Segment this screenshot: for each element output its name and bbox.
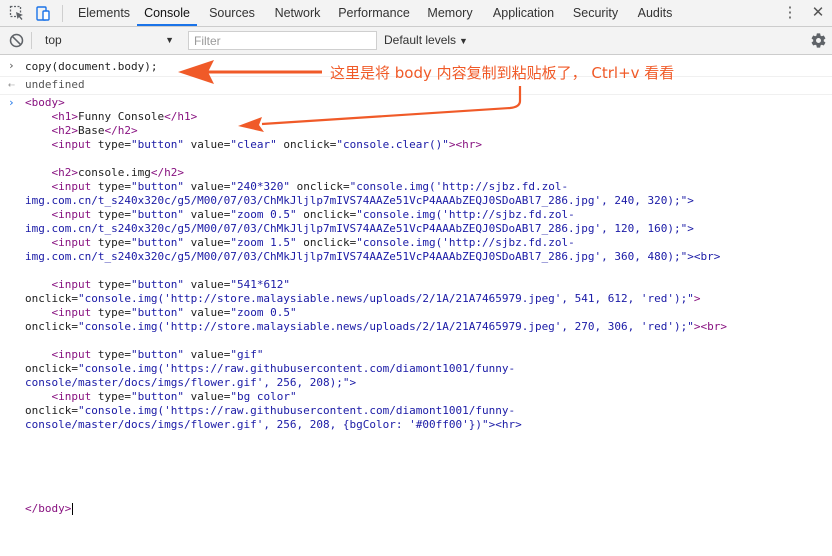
tab-security[interactable]: Security (566, 0, 625, 26)
clear-console-icon[interactable] (9, 33, 24, 48)
log-levels-dropdown[interactable]: Default levels ▼ (384, 31, 468, 50)
annotation-text: 这里是将 body 内容复制到粘贴板了， Ctrl+v 看看 (330, 64, 675, 82)
console-html-line: <input type="button" value="240*320" onc… (51, 180, 569, 193)
console-html-line: <input type="button" value="gif" (51, 348, 264, 361)
console-output[interactable]: › copy(document.body); ⇠ undefined › <bo… (0, 55, 832, 556)
console-html-line: img.com.cn/t_s240x320c/g5/M00/07/03/ChMk… (25, 194, 694, 207)
levels-label: Default levels (384, 33, 457, 47)
input-prompt-icon: › (8, 59, 15, 72)
device-toolbar-icon[interactable] (35, 5, 51, 21)
dropdown-arrow-icon: ▼ (165, 35, 174, 45)
tab-application[interactable]: Application (484, 0, 563, 26)
toolbar-divider (62, 5, 63, 22)
console-html-line: <body> (25, 96, 65, 109)
row-divider (0, 94, 832, 95)
tab-memory[interactable]: Memory (419, 0, 481, 26)
close-icon[interactable]: ✕ (809, 4, 827, 22)
input-prompt-icon: › (8, 96, 15, 109)
console-html-line: <input type="button" value="bg color" (51, 390, 297, 403)
console-html-line: <h2>console.img</h2> (51, 166, 184, 179)
result-arrow-icon: ⇠ (8, 78, 15, 91)
tab-performance[interactable]: Performance (331, 0, 417, 26)
dropdown-arrow-icon: ▼ (459, 36, 468, 46)
console-html-line: onclick="console.img('http://store.malay… (25, 320, 728, 333)
tab-audits[interactable]: Audits (627, 0, 683, 26)
more-options-icon[interactable]: ⋮ (781, 4, 799, 22)
console-html-line: onclick="console.img('https://raw.github… (25, 362, 516, 375)
console-html-line: <input type="button" value="zoom 1.5" on… (51, 236, 575, 249)
console-html-line: img.com.cn/t_s240x320c/g5/M00/07/03/ChMk… (25, 222, 694, 235)
console-html-line: <input type="button" value="clear" oncli… (51, 138, 483, 151)
console-html-line: </body> (25, 502, 74, 515)
devtools-tabbar: Elements Console Sources Network Performance… (0, 0, 832, 27)
console-html-line: <input type="button" value="541*612" (51, 278, 290, 291)
gear-icon[interactable] (810, 32, 827, 49)
console-html-line: onclick="console.img('https://raw.github… (25, 404, 516, 417)
console-html-line: console/master/docs/imgs/flower.gif', 25… (25, 418, 522, 431)
inspect-element-icon[interactable] (9, 5, 25, 21)
console-html-line: <h2>Base</h2> (51, 124, 138, 137)
tab-network[interactable]: Network (266, 0, 329, 26)
tab-elements[interactable]: Elements (69, 0, 139, 26)
console-html-line: <h1>Funny Console</h1> (51, 110, 198, 123)
console-command: copy(document.body); (25, 60, 158, 73)
context-value: top (45, 33, 62, 47)
console-html-line: console/master/docs/imgs/flower.gif', 25… (25, 376, 357, 389)
tab-console[interactable]: Console (137, 0, 197, 26)
console-result: undefined (25, 78, 85, 91)
console-html-line: <input type="button" value="zoom 0.5" on… (51, 208, 575, 221)
tab-sources[interactable]: Sources (201, 0, 263, 26)
filter-input[interactable] (188, 31, 377, 50)
console-toolbar: top ▼ Default levels▼ (0, 27, 832, 55)
console-html-line: img.com.cn/t_s240x320c/g5/M00/07/03/ChMk… (25, 250, 721, 263)
text-cursor (72, 503, 74, 515)
console-html-line: onclick="console.img('http://store.malay… (25, 292, 701, 305)
console-html-line: <input type="button" value="zoom 0.5" (51, 306, 297, 319)
toolbar-divider (31, 32, 32, 49)
context-selector[interactable]: top ▼ (38, 31, 178, 50)
